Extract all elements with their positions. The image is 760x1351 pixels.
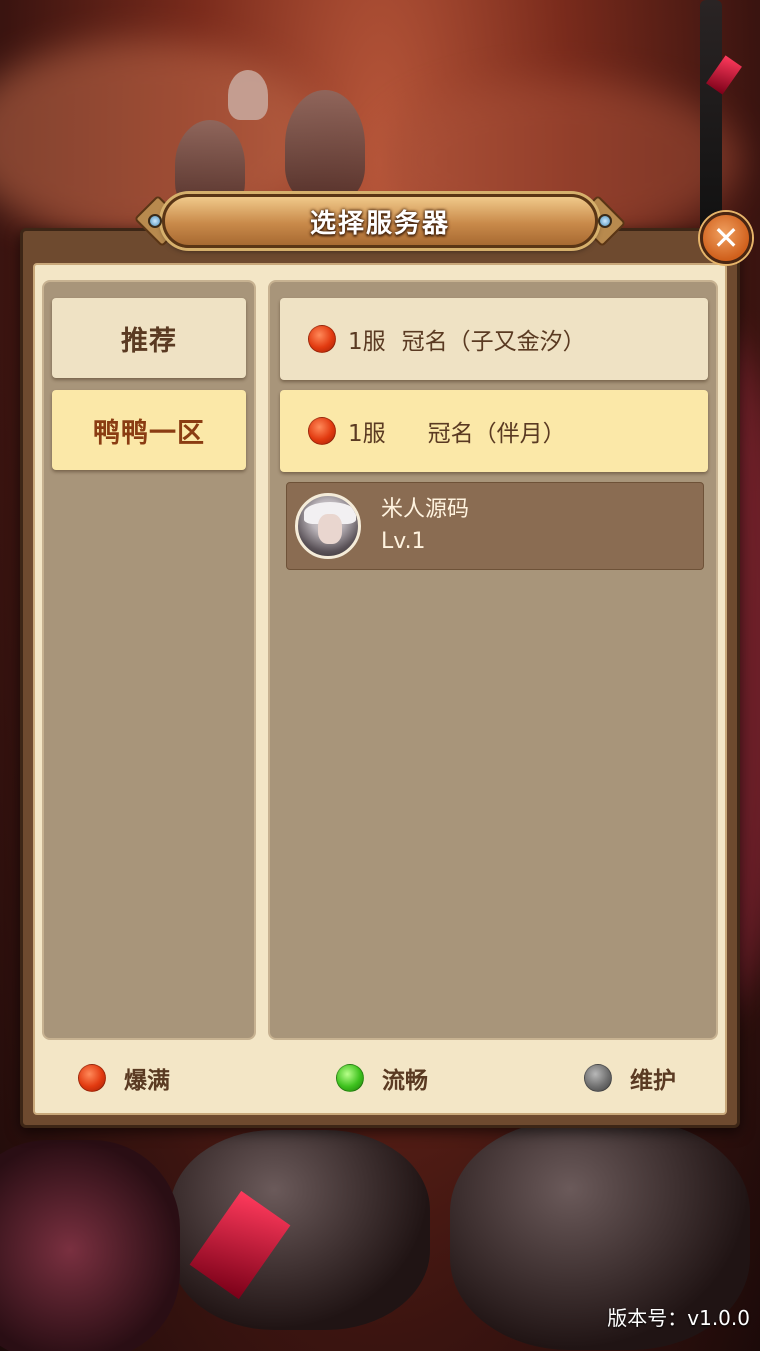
close-button[interactable]: ✕ bbox=[700, 212, 752, 264]
legend-full: 爆满 bbox=[78, 1060, 170, 1096]
tab-label: 鸭鸭一区 bbox=[93, 417, 205, 449]
knight-helmet bbox=[285, 90, 365, 200]
legend-label: 爆满 bbox=[124, 1068, 170, 1094]
gem-icon bbox=[598, 214, 612, 228]
dark-armor bbox=[0, 1140, 180, 1351]
server-row-selected[interactable]: 1服 冠名（伴月） bbox=[280, 390, 708, 472]
status-full-icon bbox=[308, 417, 336, 445]
character-info: 米人源码 Lv.1 bbox=[381, 494, 469, 558]
close-icon: ✕ bbox=[712, 219, 740, 257]
server-number: 1服 bbox=[348, 329, 386, 355]
tab-region-1[interactable]: 鸭鸭一区 bbox=[52, 390, 246, 470]
status-full-icon bbox=[78, 1064, 106, 1092]
legend-maintenance: 维护 bbox=[584, 1060, 676, 1096]
server-list: 1服 冠名（子又金汐） 1服 冠名（伴月） 米人源码 Lv.1 bbox=[268, 280, 718, 1040]
axe-head bbox=[228, 70, 268, 120]
character-level: Lv.1 bbox=[381, 529, 426, 554]
server-name: 冠名（子又金汐） bbox=[401, 329, 586, 355]
gem-icon bbox=[148, 214, 162, 228]
server-row[interactable]: 1服 冠名（子又金汐） bbox=[280, 298, 708, 380]
status-smooth-icon bbox=[336, 1064, 364, 1092]
server-number: 1服 bbox=[348, 421, 386, 447]
dialog-title: 选择服务器 bbox=[309, 208, 450, 239]
dark-armor bbox=[170, 1130, 430, 1330]
legend-label: 流畅 bbox=[382, 1068, 428, 1094]
character-card[interactable]: 米人源码 Lv.1 bbox=[286, 482, 704, 570]
character-name: 米人源码 bbox=[381, 497, 470, 522]
dark-spear bbox=[700, 0, 722, 230]
avatar bbox=[295, 493, 361, 559]
tab-label: 推荐 bbox=[121, 325, 177, 357]
title-plate: 选择服务器 bbox=[162, 194, 598, 248]
region-list: 推荐 鸭鸭一区 bbox=[42, 280, 256, 1040]
tab-recommended[interactable]: 推荐 bbox=[52, 298, 246, 378]
legend-label: 维护 bbox=[630, 1068, 676, 1094]
legend-smooth: 流畅 bbox=[336, 1060, 428, 1096]
version-label: 版本号：v1.0.0 bbox=[607, 1306, 750, 1330]
avatar-face bbox=[318, 514, 342, 544]
status-full-icon bbox=[308, 325, 336, 353]
server-name: 冠名（伴月） bbox=[427, 421, 566, 447]
status-maintenance-icon bbox=[584, 1064, 612, 1092]
